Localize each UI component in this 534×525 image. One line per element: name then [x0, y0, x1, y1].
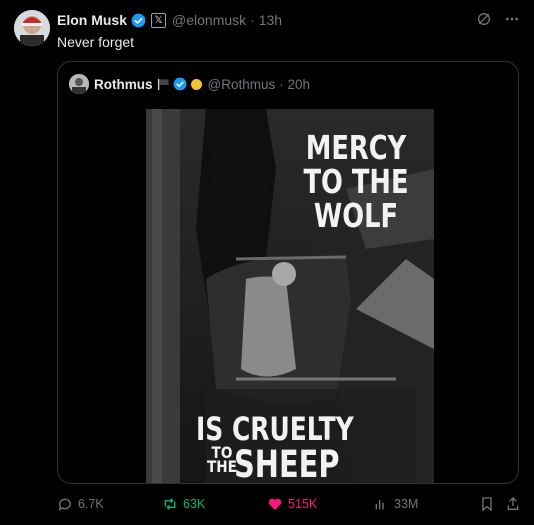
- view-count: 33M: [394, 497, 419, 511]
- more-options-icon[interactable]: [504, 11, 520, 27]
- views-button[interactable]: 33M: [373, 496, 418, 512]
- reply-count: 6.7K: [78, 497, 104, 511]
- tweet-text: Never forget: [57, 34, 135, 50]
- bookmark-icon: [482, 497, 492, 512]
- poster-word-the: THE: [207, 457, 237, 477]
- affiliate-badge-icon[interactable]: 𝕏: [151, 12, 167, 28]
- tweet-action-bar: 6.7K 63K 515K 33M: [57, 496, 523, 516]
- poster-line-to-the-small: TO THE: [207, 444, 237, 477]
- share-icon: [507, 497, 519, 510]
- repost-button[interactable]: 63K: [162, 496, 205, 512]
- share-button[interactable]: [505, 496, 521, 512]
- verified-badge-icon: [131, 13, 146, 27]
- poster-headline: MERCY TO THE WOLF: [301, 131, 410, 233]
- quoted-author-handle[interactable]: @Rothmus: [208, 77, 276, 92]
- like-count: 515K: [288, 497, 318, 511]
- views-icon: [375, 500, 384, 510]
- reply-icon: [58, 498, 71, 511]
- verified-badge-icon: [173, 77, 186, 91]
- bookmark-button[interactable]: [479, 496, 495, 512]
- quoted-avatar[interactable]: [69, 74, 89, 94]
- heart-icon: [268, 498, 282, 510]
- poster-line-wolf: WOLF: [313, 196, 399, 235]
- tweet-header: Elon Musk 𝕏 @elonmusk · 13h: [57, 12, 282, 28]
- repost-count: 63K: [183, 497, 206, 511]
- flag-icon: [157, 78, 169, 90]
- timestamp[interactable]: · 13h: [250, 12, 282, 28]
- repost-icon: [164, 498, 176, 510]
- tweet-top-actions: [476, 11, 520, 27]
- like-button[interactable]: 515K: [267, 496, 317, 512]
- grok-icon[interactable]: [476, 11, 492, 27]
- emoji-icon: [190, 78, 202, 90]
- reply-button[interactable]: 6.7K: [57, 496, 104, 512]
- author-name[interactable]: Elon Musk: [57, 12, 127, 28]
- poster-line-to-the: TO THE: [303, 162, 409, 201]
- quoted-tweet-header: Rothmus @Rothmus · 20h: [69, 74, 310, 94]
- quoted-image[interactable]: MERCY TO THE WOLF IS CRUELTY TO THE SHEE…: [146, 109, 434, 484]
- quoted-timestamp[interactable]: · 20h: [279, 77, 310, 92]
- quoted-tweet[interactable]: Rothmus @Rothmus · 20h MERCY TO THE WOLF…: [57, 61, 519, 484]
- poster-line-mercy: MERCY: [305, 128, 407, 167]
- poster-line-sheep: SHEEP: [234, 443, 340, 484]
- author-handle[interactable]: @elonmusk: [172, 12, 246, 28]
- quoted-author-name[interactable]: Rothmus: [94, 77, 153, 92]
- avatar[interactable]: [14, 10, 50, 46]
